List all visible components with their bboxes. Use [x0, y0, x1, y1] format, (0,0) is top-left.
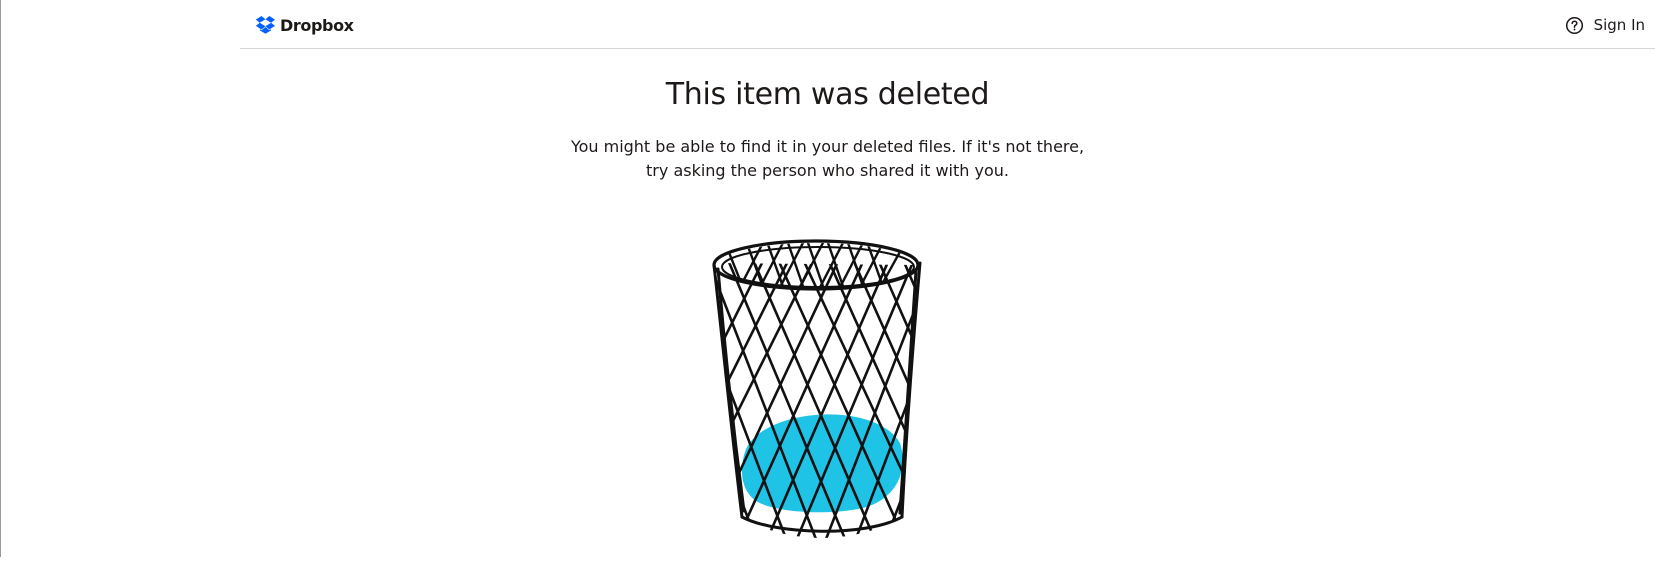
dropbox-logo-link[interactable]: Dropbox [255, 14, 354, 36]
header-actions: Sign In [1565, 13, 1645, 37]
deleted-message: You might be able to find it in your del… [240, 135, 1415, 183]
question-circle-icon[interactable] [1565, 16, 1584, 35]
dropbox-logo-icon [255, 16, 275, 34]
sign-in-link[interactable]: Sign In [1594, 16, 1645, 34]
main-content: This item was deleted You might be able … [240, 49, 1655, 557]
page-title: This item was deleted [665, 77, 990, 112]
basket-liquid [741, 414, 903, 513]
deleted-message-line-1: You might be able to find it in your del… [570, 137, 1085, 156]
wastebasket-illustration [712, 239, 922, 538]
top-header: Dropbox Sign In [240, 0, 1655, 49]
window-left-edge [0, 0, 1, 557]
deleted-message-line-2: try asking the person who shared it with… [646, 161, 1009, 180]
brand-wordmark: Dropbox [280, 15, 354, 35]
